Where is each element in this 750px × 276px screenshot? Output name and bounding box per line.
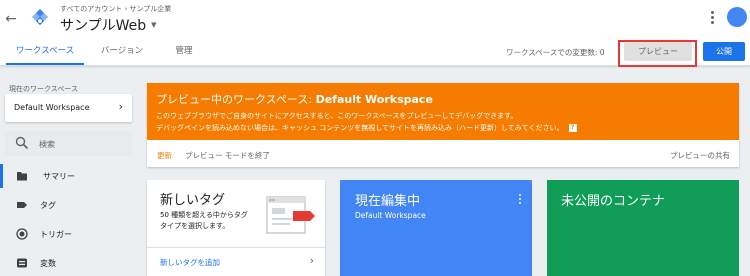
sidebar-item-summary[interactable]: サマリー: [0, 164, 140, 188]
new-tag-title: 新しいタグ: [160, 193, 226, 208]
preview-title-workspace: Default Workspace: [315, 93, 433, 106]
workspace-changes-count: ワークスペースでの変更数: 0: [506, 48, 605, 57]
workspace-selector[interactable]: Default Workspace ›: [5, 94, 132, 122]
refresh-preview-link[interactable]: 更新: [157, 150, 172, 161]
breadcrumb[interactable]: すべてのアカウント › サンプル企業: [60, 4, 171, 14]
preview-title-prefix: プレビュー中のワークスペース:: [156, 93, 316, 106]
new-tag-card: 新しいタグ 50 種類を超える中からタグタイプを選択します。 新しいタグを追加 …: [147, 180, 325, 276]
caret-down-icon: ▼: [151, 21, 157, 29]
search-placeholder: 検索: [39, 140, 55, 149]
now-editing-card[interactable]: 現在編集中 Default Workspace: [340, 180, 532, 276]
preview-banner-header: プレビュー中のワークスペース: Default Workspace このウェブブ…: [147, 83, 739, 140]
preview-banner: プレビュー中のワークスペース: Default Workspace このウェブブ…: [147, 83, 739, 167]
now-editing-workspace: Default Workspace: [355, 211, 426, 220]
more-vert-icon[interactable]: [518, 192, 522, 206]
sidebar-item-label: サマリー: [43, 172, 75, 181]
tag-icon: [17, 202, 27, 208]
now-editing-title: 現在編集中: [355, 194, 421, 209]
add-new-tag-link[interactable]: 新しいタグを追加: [160, 257, 220, 268]
sidebar-item-triggers[interactable]: トリガー: [0, 222, 140, 246]
tab-workspace[interactable]: ワークスペース: [6, 38, 84, 65]
sidebar-item-label: タグ: [40, 201, 56, 210]
preview-banner-line2-text: デバッグペインを読み込めない場合は、キャッシュ コンテンツを無視してサイトを再読…: [156, 124, 564, 132]
preview-button-highlight: [618, 40, 697, 67]
tag-manager-logo-icon: [32, 9, 48, 25]
unpublished-container-card[interactable]: 未公開のコンテナ: [547, 180, 739, 276]
chevron-right-icon: ›: [118, 100, 123, 113]
preview-banner-line2: デバッグペインを読み込めない場合は、キャッシュ コンテンツを無視してサイトを再読…: [156, 123, 577, 133]
workspace-label: 現在のワークスペース: [9, 85, 78, 93]
top-app-bar: ← すべてのアカウント › サンプル企業 サンプルWeb ▼: [0, 0, 750, 38]
new-tag-footer[interactable]: 新しいタグを追加 ›: [147, 247, 325, 276]
more-vert-icon[interactable]: [707, 9, 717, 27]
workspace-name: Default Workspace: [14, 103, 90, 112]
search-input[interactable]: 検索: [5, 131, 132, 156]
trigger-icon: [16, 228, 28, 240]
help-icon[interactable]: ?: [568, 124, 577, 132]
search-icon: [15, 136, 29, 150]
folder-icon: [17, 172, 27, 181]
publish-button[interactable]: 公開: [703, 42, 745, 61]
avatar[interactable]: [727, 7, 747, 27]
container-name: サンプルWeb: [60, 18, 147, 34]
tag-illustration-icon: [266, 196, 315, 234]
sidebar-item-label: 変数: [40, 259, 56, 268]
chevron-right-icon: ›: [309, 254, 314, 267]
sidebar-item-tags[interactable]: タグ: [0, 193, 140, 217]
preview-banner-line1: このウェブブラウザでご自身のサイトにアクセスすると、このワークスペースをプレビュ…: [156, 112, 518, 120]
container-switcher[interactable]: サンプルWeb ▼: [60, 15, 157, 35]
sidebar-item-label: トリガー: [40, 230, 72, 239]
unpublished-title: 未公開のコンテナ: [561, 194, 666, 209]
tab-admin[interactable]: 管理: [164, 38, 204, 65]
exit-preview-link[interactable]: プレビュー モードを終了: [185, 150, 270, 161]
preview-banner-title: プレビュー中のワークスペース: Default Workspace: [156, 91, 433, 107]
new-tag-description: 50 種類を超える中からタグタイプを選択します。: [160, 211, 248, 230]
arrow-left-icon[interactable]: ←: [4, 10, 18, 28]
variables-icon: [17, 258, 27, 268]
share-preview-link[interactable]: プレビューの共有: [670, 150, 730, 161]
tab-versions[interactable]: バージョン: [92, 38, 152, 65]
sidebar-item-variables[interactable]: 変数: [0, 251, 140, 275]
